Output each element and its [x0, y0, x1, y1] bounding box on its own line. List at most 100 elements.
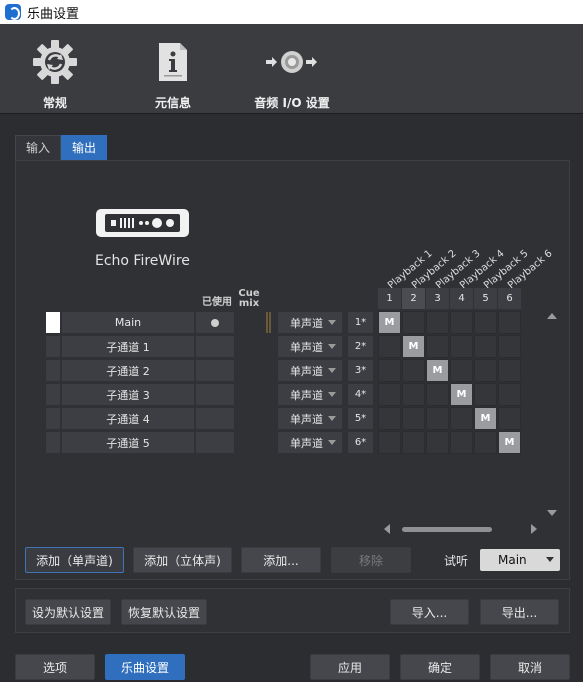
ok-button[interactable]: 确定 — [400, 654, 480, 680]
channel-mode-select[interactable]: 单声道 — [278, 312, 342, 333]
chevron-down-icon — [328, 440, 336, 445]
matrix-cell-mapped[interactable]: M — [450, 383, 473, 406]
channel-mode-select[interactable]: 单声道 — [278, 384, 342, 405]
matrix-cell[interactable] — [498, 311, 521, 334]
row-selector[interactable] — [46, 360, 60, 381]
channel-mode-select[interactable]: 单声道 — [278, 336, 342, 357]
options-button[interactable]: 选项 — [15, 654, 95, 680]
add-stereo-button[interactable]: 添加（立体声) — [133, 547, 232, 573]
matrix-cell[interactable] — [426, 311, 449, 334]
grid-column-header-4: 4 — [450, 288, 473, 309]
matrix-cell[interactable] — [378, 407, 401, 430]
row-selector[interactable] — [46, 384, 60, 405]
row-selector[interactable] — [46, 312, 60, 333]
cancel-button[interactable]: 取消 — [490, 654, 570, 680]
metadata-button[interactable]: 元信息 — [140, 32, 206, 111]
channel-number: 4* — [348, 384, 373, 405]
general-label: 常规 — [42, 96, 67, 110]
matrix-cell[interactable] — [378, 383, 401, 406]
matrix-cell-mapped[interactable]: M — [378, 311, 401, 334]
grid-column-header-3: 3 — [426, 288, 449, 309]
matrix-cell[interactable] — [474, 311, 497, 334]
matrix-cell[interactable] — [402, 383, 425, 406]
matrix-cell[interactable] — [474, 431, 497, 454]
channel-name[interactable]: 子通道 2 — [62, 360, 194, 381]
matrix-cell[interactable] — [498, 407, 521, 430]
matrix-cell[interactable] — [498, 335, 521, 358]
channel-used-cell[interactable] — [196, 336, 234, 357]
channel-mode-select[interactable]: 单声道 — [278, 432, 342, 453]
matrix-cell[interactable] — [474, 359, 497, 382]
audio-io-button[interactable]: 音频 I/O 设置 — [248, 32, 336, 111]
channel-used-cell[interactable] — [196, 408, 234, 429]
channel-name[interactable]: Main — [62, 312, 194, 333]
scroll-up-arrow[interactable] — [547, 313, 557, 319]
matrix-cell-mapped[interactable]: M — [426, 359, 449, 382]
matrix-cell[interactable] — [402, 431, 425, 454]
matrix-cell-mapped[interactable]: M — [498, 431, 521, 454]
matrix-cell[interactable] — [378, 359, 401, 382]
general-button[interactable]: 常规 — [22, 32, 88, 111]
channel-mode-value: 单声道 — [290, 436, 323, 450]
channel-name[interactable]: 子通道 3 — [62, 384, 194, 405]
cue-mix-indicator[interactable] — [266, 312, 271, 333]
song-settings-button[interactable]: 乐曲设置 — [105, 654, 185, 680]
matrix-cell[interactable] — [498, 359, 521, 382]
matrix-cell-mapped[interactable]: M — [474, 407, 497, 430]
audio-interface-icon — [95, 208, 190, 238]
channel-used-cell[interactable] — [196, 312, 234, 333]
matrix-cell[interactable] — [450, 407, 473, 430]
horizontal-scrollbar-thumb[interactable] — [402, 527, 492, 532]
grid-column-header-1: 1 — [378, 288, 401, 309]
channel-name[interactable]: 子通道 1 — [62, 336, 194, 357]
channel-mode-select[interactable]: 单声道 — [278, 408, 342, 429]
row-selector[interactable] — [46, 432, 60, 453]
restore-default-button[interactable]: 恢复默认设置 — [121, 599, 207, 625]
matrix-cell[interactable] — [426, 383, 449, 406]
audio-io-icon — [248, 32, 336, 92]
title-bar: 乐曲设置 — [0, 0, 583, 24]
channel-name[interactable]: 子通道 5 — [62, 432, 194, 453]
set-default-button[interactable]: 设为默认设置 — [25, 599, 111, 625]
matrix-cell[interactable] — [402, 311, 425, 334]
remove-button[interactable]: 移除 — [331, 547, 411, 573]
row-selector[interactable] — [46, 336, 60, 357]
matrix-cell[interactable] — [402, 359, 425, 382]
matrix-cell[interactable] — [450, 431, 473, 454]
channel-mode-select[interactable]: 单声道 — [278, 360, 342, 381]
matrix-cell[interactable] — [426, 431, 449, 454]
channel-used-cell[interactable] — [196, 384, 234, 405]
channel-number: 6* — [348, 432, 373, 453]
matrix-cell-mapped[interactable]: M — [402, 335, 425, 358]
import-button[interactable]: 导入... — [390, 599, 469, 625]
matrix-cell[interactable] — [426, 407, 449, 430]
scroll-left-arrow[interactable] — [384, 524, 390, 534]
channel-mode-value: 单声道 — [290, 412, 323, 426]
matrix-cell[interactable] — [474, 335, 497, 358]
export-button[interactable]: 导出... — [480, 599, 559, 625]
tab-output[interactable]: 输出 — [61, 135, 108, 160]
listen-select[interactable]: Main — [480, 549, 560, 571]
io-tabs: 输入 输出 — [15, 135, 108, 161]
row-selector[interactable] — [46, 408, 60, 429]
channel-used-cell[interactable] — [196, 432, 234, 453]
matrix-cell[interactable] — [450, 311, 473, 334]
scroll-down-arrow[interactable] — [547, 510, 557, 516]
channel-name[interactable]: 子通道 4 — [62, 408, 194, 429]
matrix-cell[interactable] — [402, 407, 425, 430]
matrix-cell[interactable] — [426, 335, 449, 358]
matrix-cell[interactable] — [450, 335, 473, 358]
matrix-cell[interactable] — [378, 431, 401, 454]
matrix-cell[interactable] — [474, 383, 497, 406]
tab-input[interactable]: 输入 — [15, 135, 62, 160]
channel-used-cell[interactable] — [196, 360, 234, 381]
scroll-right-arrow[interactable] — [531, 524, 537, 534]
add-mono-button[interactable]: 添加（单声道) — [25, 547, 124, 573]
channel-mode-value: 单声道 — [290, 364, 323, 378]
info-document-icon — [140, 32, 206, 92]
apply-button[interactable]: 应用 — [310, 654, 390, 680]
matrix-cell[interactable] — [450, 359, 473, 382]
matrix-cell[interactable] — [498, 383, 521, 406]
add-more-button[interactable]: 添加... — [241, 547, 321, 573]
matrix-cell[interactable] — [378, 335, 401, 358]
